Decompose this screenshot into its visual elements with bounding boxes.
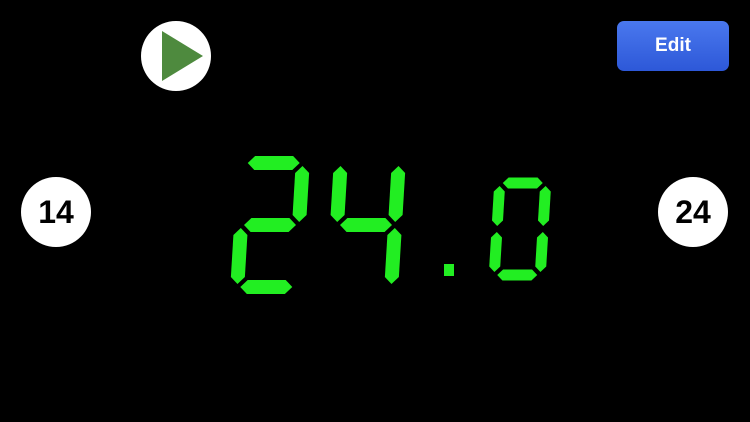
play-icon bbox=[162, 31, 203, 81]
reset-24-button[interactable]: 24 bbox=[658, 177, 728, 247]
digit-4-segment-g bbox=[340, 218, 392, 232]
digit-2-segment-g bbox=[244, 218, 296, 232]
digit-4-segment-c bbox=[384, 228, 402, 284]
digit-0-segment-f bbox=[492, 186, 505, 226]
decimal-point bbox=[444, 264, 454, 276]
digit-4-segment-b bbox=[388, 166, 406, 222]
seven-segment-display bbox=[230, 156, 551, 294]
digit-0-segment-a bbox=[502, 177, 543, 189]
edit-button[interactable]: Edit bbox=[617, 21, 729, 71]
shot-clock-screen: Edit 14 24 bbox=[0, 0, 750, 422]
digit-2-segment-d bbox=[240, 280, 293, 294]
digit-0-segment-d bbox=[497, 269, 538, 281]
digit-2-segment-e bbox=[230, 228, 248, 284]
digit-2-segment-a bbox=[247, 156, 300, 170]
digit-2-segment-b bbox=[292, 166, 310, 222]
digit-4-segment-f bbox=[330, 166, 348, 222]
digit-0-segment-e bbox=[489, 232, 502, 272]
reset-14-button[interactable]: 14 bbox=[21, 177, 91, 247]
timer-display bbox=[225, 150, 565, 300]
digit-0-segment-c bbox=[535, 232, 548, 272]
digit-0-segment-b bbox=[538, 186, 551, 226]
play-button[interactable] bbox=[141, 21, 211, 91]
